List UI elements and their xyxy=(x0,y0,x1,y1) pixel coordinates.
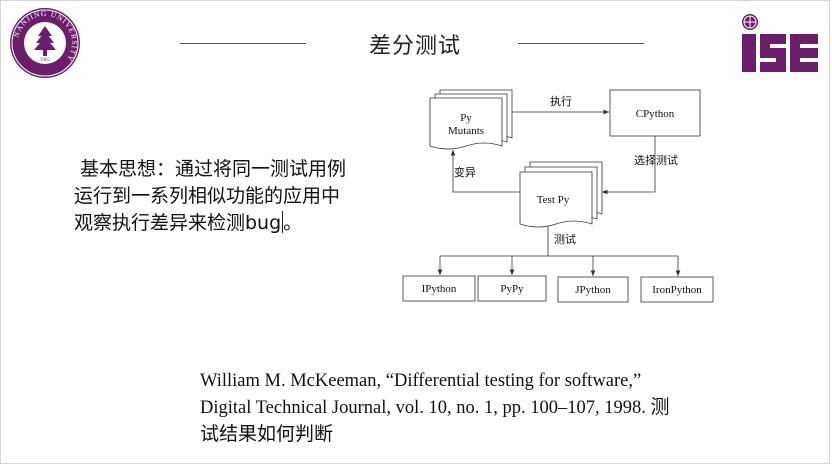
logo-year: 1902 xyxy=(40,58,51,63)
edge-execute-label: 执行 xyxy=(550,94,572,108)
jpython-label: JPython xyxy=(575,284,611,296)
jpython-node: JPython xyxy=(557,276,629,303)
idea-line-end: 。 xyxy=(283,212,303,234)
edge-test-label: 测试 xyxy=(554,233,576,246)
cpython-label: CPython xyxy=(636,108,675,120)
ipython-label: IPython xyxy=(422,283,457,295)
pypy-label: PyPy xyxy=(500,283,524,295)
py-mutants-node: Py Mutants xyxy=(429,89,513,150)
cpython-node: CPython xyxy=(609,89,701,137)
differential-testing-diagram: Py Mutants CPython Test Py 执行 选择测试 变异 测试… xyxy=(402,89,714,303)
title-rule-left xyxy=(180,43,306,44)
nanjing-university-logo: NANJING UNIVERSITY 1902 xyxy=(10,8,80,78)
title-rule-right xyxy=(518,43,644,44)
mutants-label-line1: Py xyxy=(460,112,472,124)
test-py-node: Test Py xyxy=(519,161,603,228)
ipython-node: IPython xyxy=(402,275,476,302)
ise-logo xyxy=(742,14,818,72)
pypy-node: PyPy xyxy=(477,275,547,302)
edge-mutate-label: 变异 xyxy=(454,165,476,179)
reference-citation: William M. McKeeman, “Differential testi… xyxy=(200,371,646,418)
slide-title: 差分测试 xyxy=(368,34,461,59)
testpy-label: Test Py xyxy=(537,194,570,206)
reference-text-box: William M. McKeeman, “Differential testi… xyxy=(200,368,680,448)
idea-line-3-wrapper: 观察执行差异来检测bug。 xyxy=(74,210,394,237)
idea-line-3: 观察执行差异来检测bug xyxy=(74,212,282,234)
idea-line-2: 运行到一系列相似功能的应用中 xyxy=(74,185,341,207)
ironpython-node: IronPython xyxy=(640,276,714,303)
idea-text-box: 基本思想：通过将同一测试用例 运行到一系列相似功能的应用中 观察执行差异来检测b… xyxy=(74,156,394,237)
idea-line-1: 基本思想：通过将同一测试用例 xyxy=(80,158,347,180)
ironpython-label: IronPython xyxy=(652,284,702,296)
mutants-label-line2: Mutants xyxy=(448,125,484,137)
edge-select-label: 选择测试 xyxy=(634,153,678,167)
